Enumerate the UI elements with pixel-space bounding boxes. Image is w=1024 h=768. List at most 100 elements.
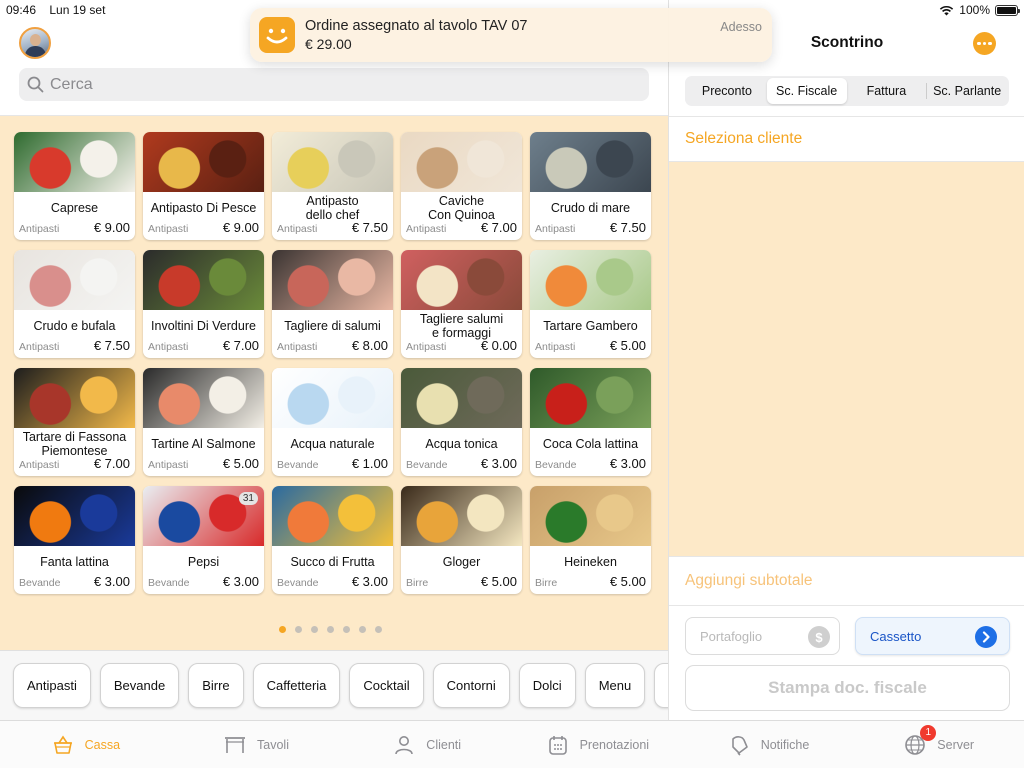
product-category: Antipasti xyxy=(148,223,189,235)
product-card-tagliere-salumi-e-formaggi[interactable]: Tagliere salumi e formaggi Antipasti € 0.00 xyxy=(401,250,522,358)
bell-icon xyxy=(731,735,748,756)
product-card-heineken[interactable]: Heineken Birre € 5.00 xyxy=(530,486,651,594)
product-image xyxy=(143,132,264,192)
product-panel: CapreseAntipasti€ 9.00Antipasto Di Pesce… xyxy=(0,0,668,720)
product-category: Birre xyxy=(535,577,558,589)
product-category: Antipasti xyxy=(148,341,189,353)
notification-toast[interactable]: Ordine assegnato al tavolo TAV 07 € 29.0… xyxy=(250,8,772,62)
tab-fattura[interactable]: Fattura xyxy=(847,78,927,104)
tab-server[interactable]: 1 Server xyxy=(853,724,1024,757)
product-category: Antipasti xyxy=(19,459,60,471)
category-antipasti[interactable]: Antipasti xyxy=(13,663,91,708)
category-cocktail[interactable]: Cocktail xyxy=(349,663,424,708)
page-dot[interactable] xyxy=(279,626,286,633)
page-dot[interactable] xyxy=(375,626,382,633)
product-card-caviche-con-quinoa[interactable]: Caviche Con Quinoa Antipasti € 7.00 xyxy=(401,132,522,240)
product-card-crudo-di-mare[interactable]: Crudo di mare Antipasti € 7.50 xyxy=(530,132,651,240)
product-card-tartare-di-fassona-piemontese[interactable]: Tartare di Fassona Piemontese Antipasti € 7… xyxy=(14,368,135,476)
category-menu[interactable]: Menu xyxy=(584,663,646,708)
product-price: € 7.50 xyxy=(351,220,388,235)
print-fiscal-button[interactable]: Stampa doc. fiscale xyxy=(685,665,1010,711)
product-image xyxy=(401,368,522,428)
page-dot[interactable] xyxy=(295,626,302,633)
chevron-right-icon xyxy=(975,626,997,648)
tab-notifiche[interactable]: Notifiche xyxy=(683,733,854,757)
wallet-button[interactable]: Portafoglio $ xyxy=(685,617,840,655)
more-options-button[interactable] xyxy=(973,32,996,55)
tab-preconto[interactable]: Preconto xyxy=(687,78,767,104)
product-card-gloger[interactable]: Gloger Birre € 5.00 xyxy=(401,486,522,594)
product-name: Gloger xyxy=(442,554,481,569)
battery-percentage: 100% xyxy=(959,3,990,17)
product-image xyxy=(14,368,135,428)
product-category: Antipasti xyxy=(406,223,447,235)
product-card-acqua-tonica[interactable]: Acqua tonica Bevande € 3.00 xyxy=(401,368,522,476)
category-caffetteria[interactable]: Caffetteria xyxy=(252,663,341,708)
product-category: Bevande xyxy=(19,577,61,589)
product-price: € 0.00 xyxy=(480,338,517,353)
product-card-caprese[interactable]: Caprese Antipasti € 9.00 xyxy=(14,132,135,240)
product-price: € 3.00 xyxy=(222,574,259,589)
tab-label: Cassa xyxy=(84,737,121,752)
product-price: € 5.00 xyxy=(222,456,259,471)
page-dot[interactable] xyxy=(343,626,350,633)
product-card-fanta-lattina[interactable]: Fanta lattina Bevande € 3.00 xyxy=(14,486,135,594)
product-image xyxy=(14,250,135,310)
product-price: € 5.00 xyxy=(609,338,646,353)
avatar[interactable] xyxy=(19,27,51,59)
tab-sc-parlante[interactable]: Sc. Parlante xyxy=(927,78,1007,104)
product-name: Caprese xyxy=(50,200,99,215)
tab-clienti[interactable]: Clienti xyxy=(341,733,512,757)
search-input[interactable] xyxy=(50,75,630,94)
dot-icon xyxy=(982,41,987,46)
product-image xyxy=(401,486,522,546)
category-bevande[interactable]: Bevande xyxy=(99,663,180,708)
page-indicator[interactable] xyxy=(279,626,382,633)
dot-icon xyxy=(988,41,992,46)
product-image xyxy=(272,250,393,310)
app-icon xyxy=(259,17,295,53)
tab-bar: Cassa Tavoli Clienti Prenotazioni Notifiche 1… xyxy=(0,720,1024,768)
category-dolci[interactable]: Dolci xyxy=(518,663,576,708)
product-card-coca-cola-lattina[interactable]: Coca Cola lattina Bevande € 3.00 xyxy=(530,368,651,476)
product-image xyxy=(401,132,522,192)
product-price: € 1.00 xyxy=(351,456,388,471)
category-birre[interactable]: Birre xyxy=(188,663,244,708)
product-category: Antipasti xyxy=(19,341,60,353)
product-price: € 7.50 xyxy=(93,338,130,353)
tab-tavoli[interactable]: Tavoli xyxy=(171,733,342,757)
product-card-tartare-gambero[interactable]: Tartare Gambero Antipasti € 5.00 xyxy=(530,250,651,358)
product-image xyxy=(401,250,522,310)
page-dot[interactable] xyxy=(359,626,366,633)
page-dot[interactable] xyxy=(327,626,334,633)
product-card-pepsi[interactable]: Pepsi Bevande € 3.00 31 xyxy=(143,486,264,594)
product-price: € 7.50 xyxy=(609,220,646,235)
select-client-button[interactable]: Seleziona cliente xyxy=(669,116,1024,162)
toast-title: Ordine assegnato al tavolo TAV 07 xyxy=(305,18,528,34)
status-time: 09:46 xyxy=(6,3,37,17)
product-card-involtini-di-verdure[interactable]: Involtini Di Verdure Antipasti € 7.00 xyxy=(143,250,264,358)
product-price: € 9.00 xyxy=(222,220,259,235)
tab-prenotazioni[interactable]: Prenotazioni xyxy=(512,733,683,757)
page-dot[interactable] xyxy=(311,626,318,633)
product-card-tagliere-di-salumi[interactable]: Tagliere di salumi Antipasti € 8.00 xyxy=(272,250,393,358)
search-bar[interactable] xyxy=(19,68,649,101)
drawer-button[interactable]: Cassetto xyxy=(855,617,1010,655)
tab-sc-fiscale[interactable]: Sc. Fiscale xyxy=(766,78,847,104)
category-pizze[interactable]: Pizze xyxy=(654,663,668,708)
category-contorni[interactable]: Contorni xyxy=(432,663,510,708)
tab-label: Prenotazioni xyxy=(579,737,650,752)
product-card-acqua-naturale[interactable]: Acqua naturale Bevande € 1.00 xyxy=(272,368,393,476)
product-card-crudo-e-bufala[interactable]: Crudo e bufala Antipasti € 7.50 xyxy=(14,250,135,358)
person-icon xyxy=(395,735,414,754)
add-subtotal-button[interactable]: Aggiungi subtotale xyxy=(669,556,1024,606)
status-date: Lun 19 set xyxy=(49,3,106,17)
tab-cassa[interactable]: Cassa xyxy=(0,733,171,757)
receipt-items-area xyxy=(669,162,1024,556)
product-price: € 3.00 xyxy=(609,456,646,471)
product-card-succo-di-frutta[interactable]: Succo di Frutta Bevande € 3.00 xyxy=(272,486,393,594)
stock-badge: 31 xyxy=(238,492,258,505)
product-card-tartine-al-salmone[interactable]: Tartine Al Salmone Antipasti € 5.00 xyxy=(143,368,264,476)
product-card-antipasto-di-pesce[interactable]: Antipasto Di Pesce Antipasti € 9.00 xyxy=(143,132,264,240)
product-card-antipasto-dello-chef[interactable]: Antipasto dello chef Antipasti € 7.50 xyxy=(272,132,393,240)
